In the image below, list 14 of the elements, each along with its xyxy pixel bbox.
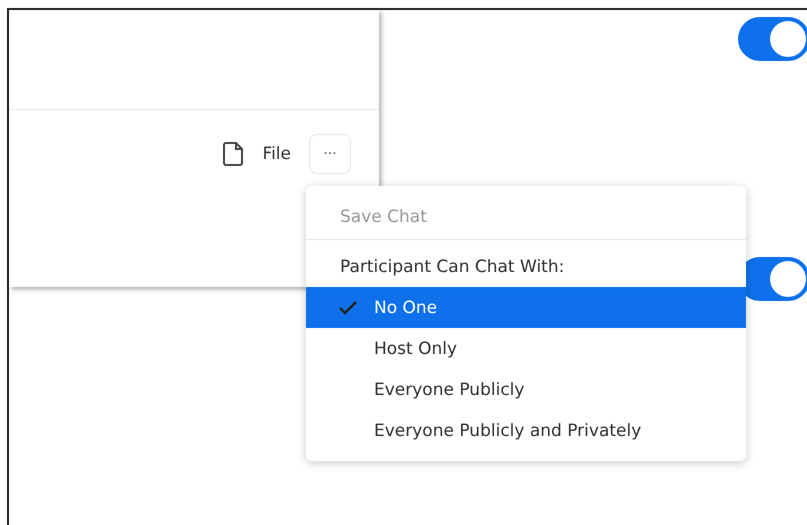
check-icon [338, 300, 358, 316]
toggle-switch[interactable] [738, 17, 807, 61]
menu-option[interactable]: No One [306, 287, 746, 328]
option-label: Host Only [374, 338, 458, 358]
menu-option[interactable]: Everyone Publicly [306, 369, 746, 410]
option-label: Everyone Publicly and Privately [374, 420, 642, 440]
menu-option[interactable]: Everyone Publicly and Privately [306, 410, 746, 451]
file-button[interactable]: File [222, 141, 291, 167]
option-label: Everyone Publicly [374, 380, 524, 400]
menu-header: Participant Can Chat With: [339, 256, 566, 278]
more-button[interactable]: ··· [309, 134, 351, 174]
menu-option[interactable]: Host Only [306, 328, 746, 369]
file-icon [222, 141, 245, 167]
option-label: No One [374, 298, 438, 318]
